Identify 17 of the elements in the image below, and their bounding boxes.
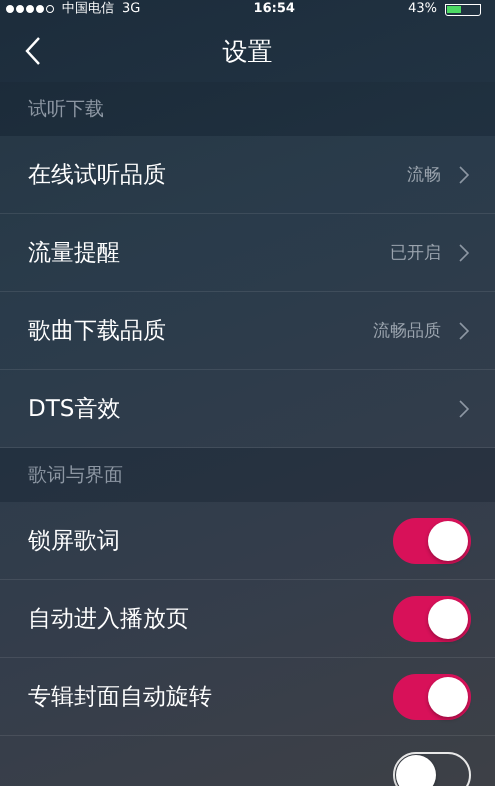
setting-value: 流畅 [407,164,441,186]
settings-row[interactable]: 在线试听品质 流畅 [0,136,495,214]
battery-percent: 43% [408,1,437,17]
section-header: 歌词与界面 [28,463,123,488]
carrier-name: 中国电信 [62,1,114,17]
settings-row[interactable]: 专辑封面自动旋转 [0,658,495,736]
settings-row[interactable]: 歌曲下载品质 流畅品质 [0,292,495,370]
setting-value: 已开启 [390,242,441,264]
settings-row[interactable]: 锁屏歌词 [0,502,495,580]
network-type: 3G [122,1,140,17]
screen-title: 设置 [222,36,272,68]
clock-time: 16:54 [254,1,295,17]
settings-row[interactable]: DTS音效 [0,370,495,448]
section-header: 试听下载 [28,97,104,122]
settings-row[interactable]: 流量提醒 已开启 [0,214,495,292]
settings-row[interactable]: 自动进入播放页 [0,580,495,658]
setting-value: 流畅品质 [373,320,441,342]
